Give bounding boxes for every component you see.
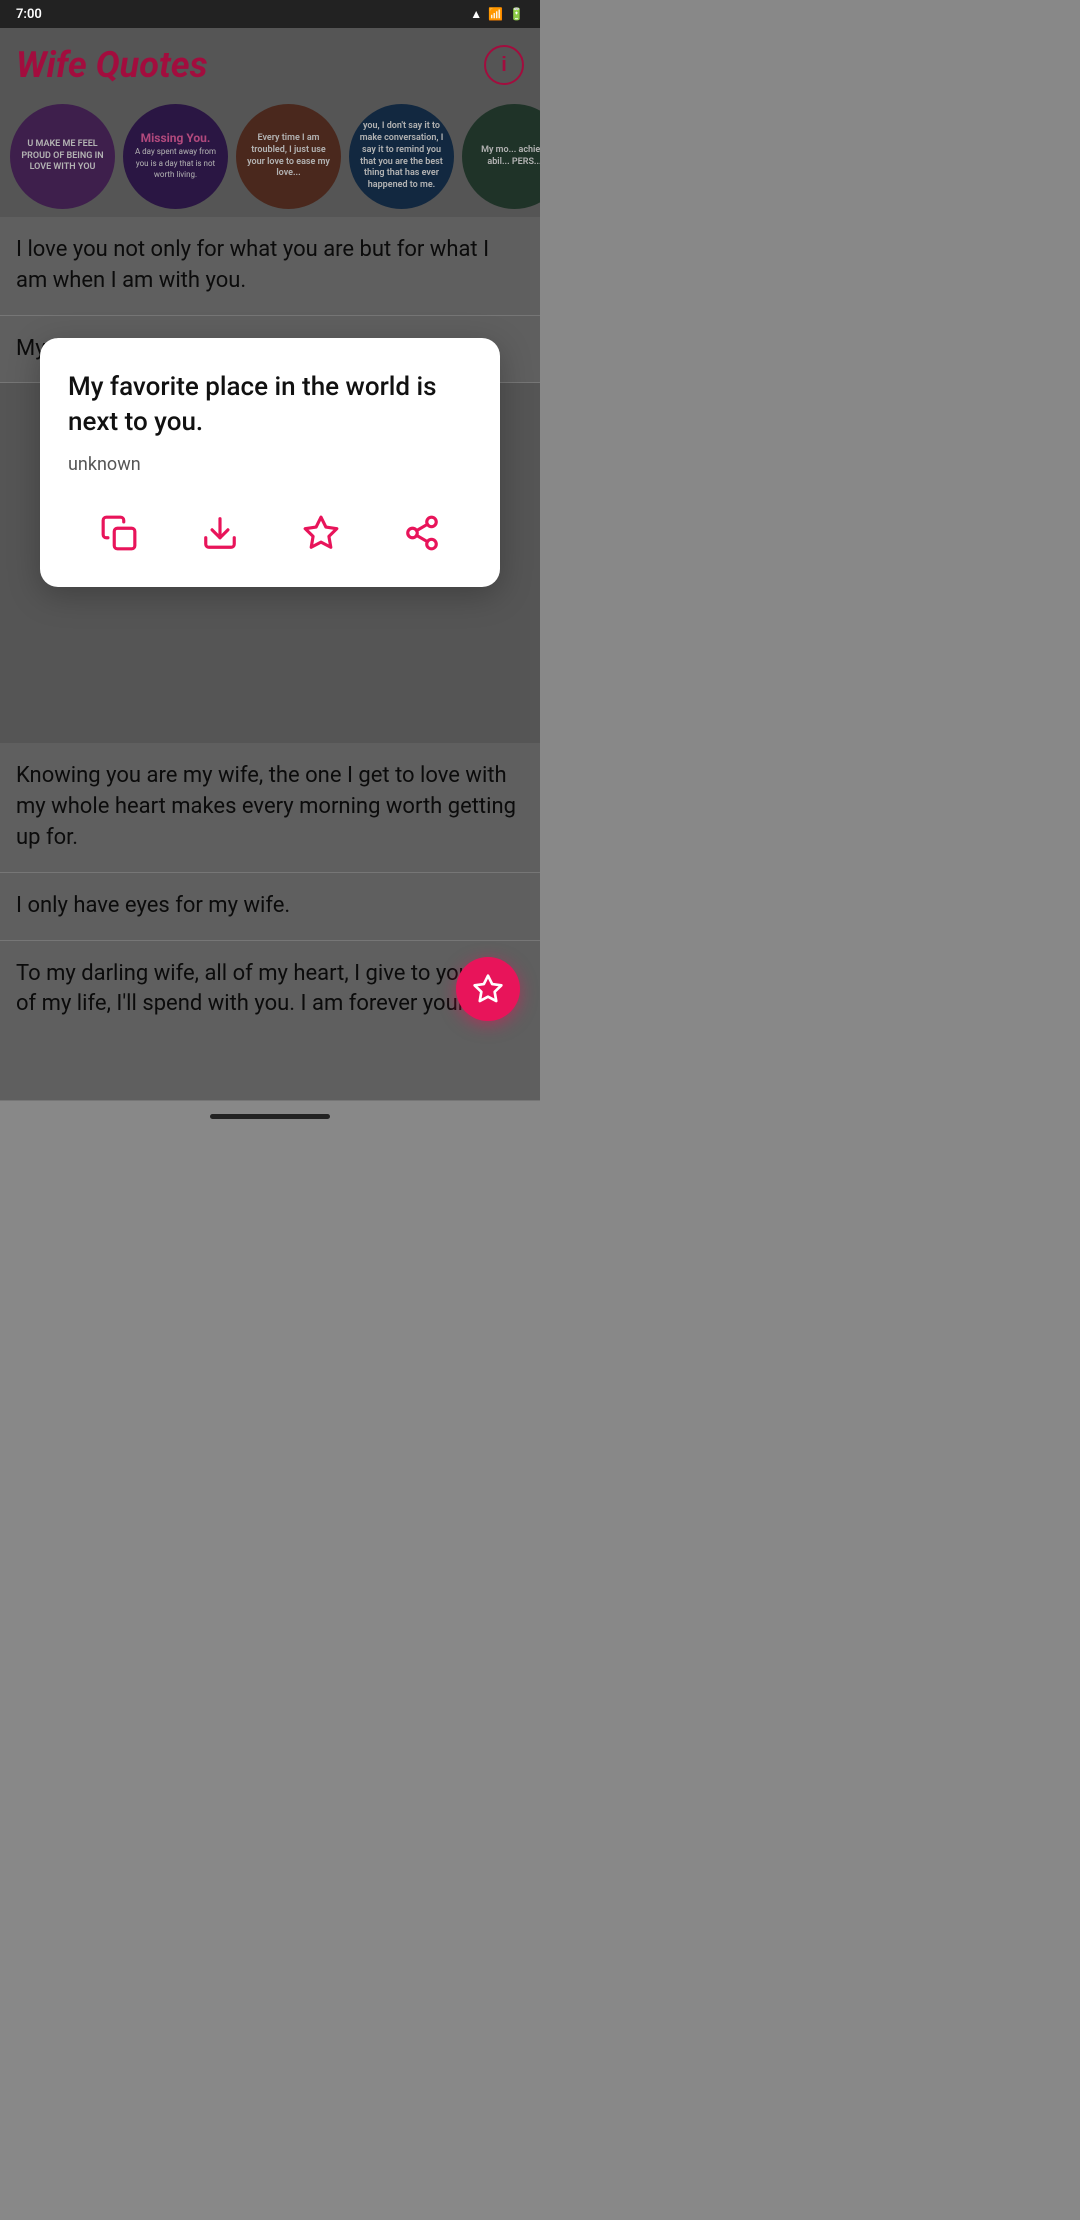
copy-icon xyxy=(100,514,138,552)
copy-button[interactable] xyxy=(89,503,149,563)
modal-card: My favorite place in the world is next t… xyxy=(40,338,500,587)
signal-icon: 📶 xyxy=(488,7,503,21)
download-button[interactable] xyxy=(190,503,250,563)
battery-icon: 🔋 xyxy=(509,7,524,21)
favorite-button[interactable] xyxy=(291,503,351,563)
home-indicator xyxy=(210,1114,330,1119)
fab-favorites[interactable] xyxy=(456,957,520,1021)
modal-overlay[interactable]: My favorite place in the world is next t… xyxy=(0,28,540,1101)
modal-quote-text: My favorite place in the world is next t… xyxy=(68,370,472,440)
fab-star-icon xyxy=(472,973,504,1005)
home-bar xyxy=(0,1101,540,1131)
modal-actions xyxy=(68,495,472,563)
status-bar: 7:00 ▲ 📶 🔋 xyxy=(0,0,540,28)
modal-author: unknown xyxy=(68,454,472,475)
download-icon xyxy=(201,514,239,552)
bg-screen: Wife Quotes i U MAKE ME FEEL PROUD OF BE… xyxy=(0,28,540,1101)
status-time: 7:00 xyxy=(16,7,42,22)
star-icon xyxy=(302,514,340,552)
wifi-icon: ▲ xyxy=(470,7,482,21)
share-button[interactable] xyxy=(392,503,452,563)
status-icons: ▲ 📶 🔋 xyxy=(470,7,524,21)
share-icon xyxy=(403,514,441,552)
